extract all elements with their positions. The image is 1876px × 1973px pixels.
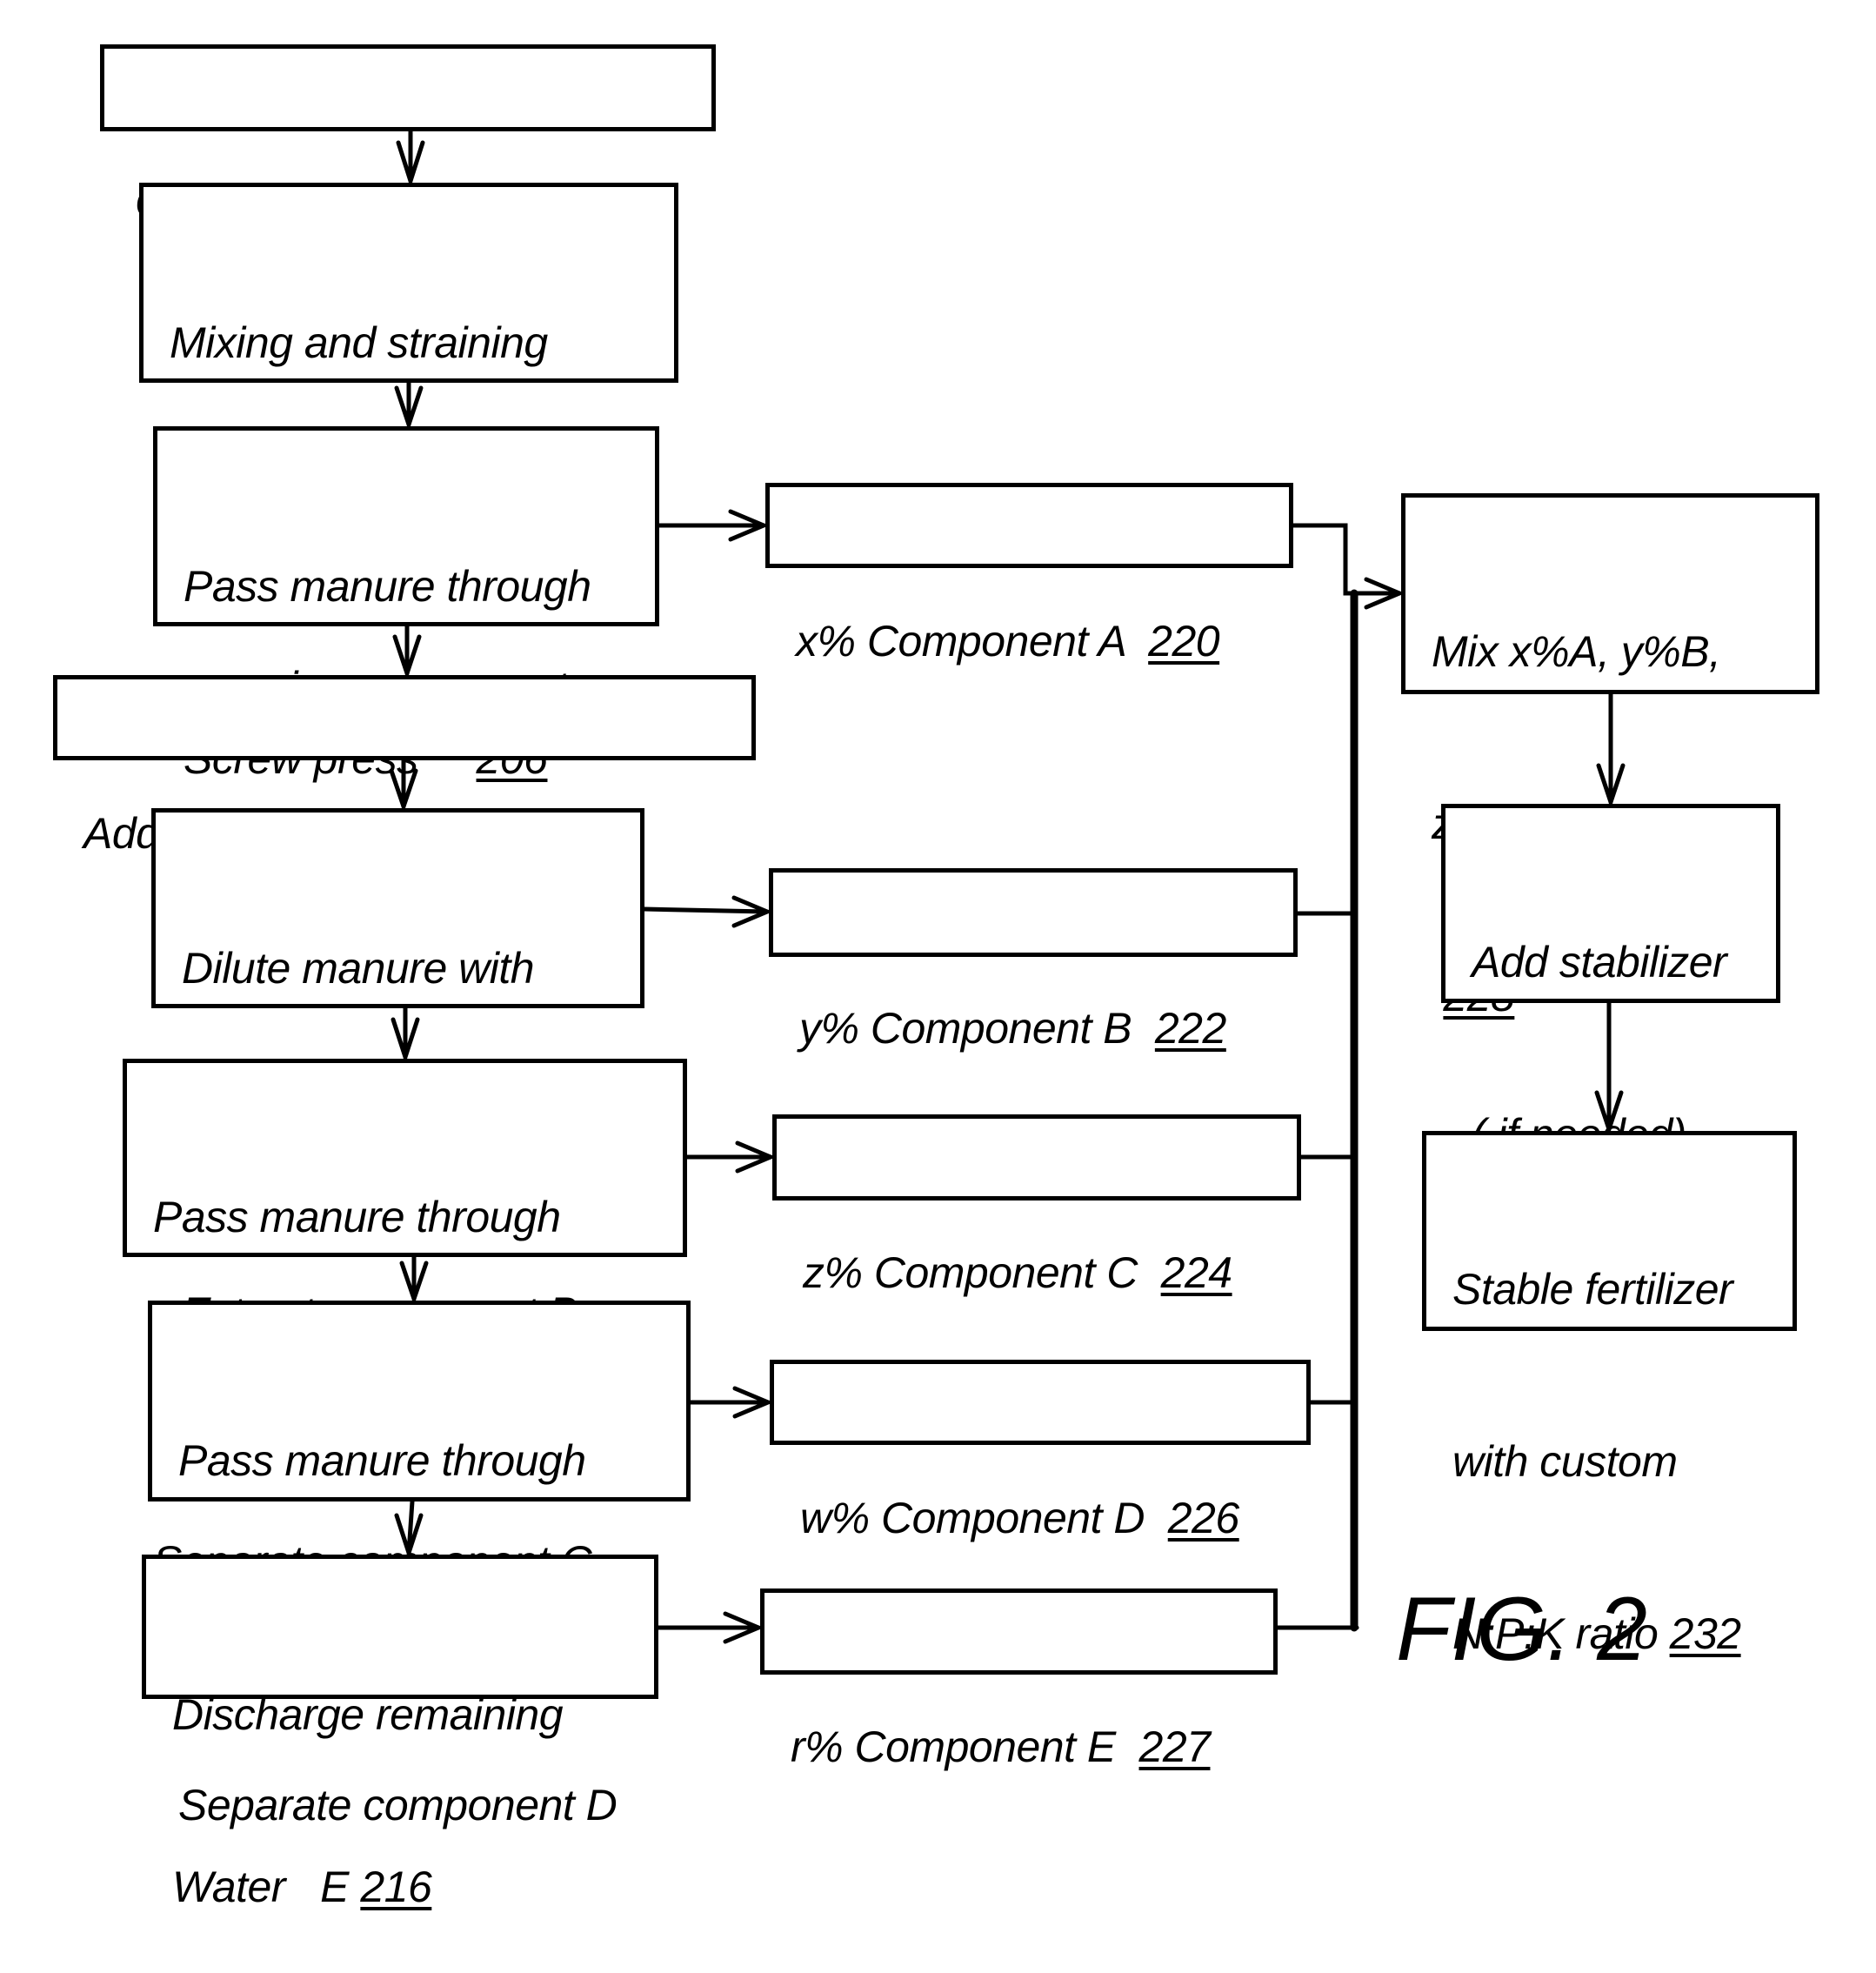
step-216-discharge-water: Discharge remaining Water E 216 <box>142 1555 658 1911</box>
step-text: Dilute manure with <box>182 944 535 993</box>
step-202-collect-raw-manure: Collect raw manure 202 <box>100 44 716 227</box>
step-208-add-flocculant: Add flocculant to manure 208 <box>53 675 756 858</box>
step-text: Pass manure through <box>153 1193 561 1241</box>
step-text: Mixing and straining <box>170 318 548 367</box>
step-232-stable-fertilizer: Stable fertilizer with custom N:P:K rati… <box>1422 1131 1797 1658</box>
step-text: Water E 216 <box>172 1863 432 1911</box>
component-c-224: z% Component C 224 <box>772 1114 1301 1297</box>
step-text: Pass manure through <box>178 1436 586 1485</box>
step-214-clarifier: Pass manure through Clarifier 214 Separa… <box>148 1301 691 1829</box>
ref-number: 226 <box>1167 1494 1239 1542</box>
arrow-212-to-224 <box>684 1140 777 1174</box>
ref-number: 216 <box>360 1863 432 1911</box>
step-212-electrocoagulation: Pass manure through Electrocoagulation 2… <box>123 1059 687 1586</box>
step-228-mix-components: Mix x%A, y%B, z%C, w%D, r% E 228 <box>1401 493 1819 1020</box>
arrow-214-to-226 <box>688 1386 774 1419</box>
arrow-206-to-220 <box>657 509 770 542</box>
step-text: with custom <box>1452 1437 1678 1486</box>
component-d-226: w% Component D 226 <box>770 1360 1311 1542</box>
step-text: Stable fertilizer <box>1452 1265 1733 1314</box>
step-text: Mix x%A, y%B, <box>1432 627 1721 676</box>
ref-number: 224 <box>1160 1248 1232 1297</box>
step-204-mixing-straining: Mixing and straining of manure for 204 r… <box>139 183 678 712</box>
step-text: Pass manure through <box>184 562 591 611</box>
component-e-227: r% Component E 227 <box>760 1588 1278 1771</box>
ref-number: 232 <box>1669 1609 1741 1658</box>
ref-number: 220 <box>1148 617 1220 665</box>
ref-number: 222 <box>1154 1004 1226 1053</box>
step-230-add-stabilizer: Add stabilizer ( if needed) 230 <box>1441 804 1780 1331</box>
step-text: z% Component C 224 <box>803 1248 1232 1297</box>
component-b-222: y% Component B 222 <box>769 868 1298 1053</box>
step-210-dilute-koh: Dilute manure with KOH+Water 210 Extract… <box>151 808 644 1337</box>
step-text: x% Component A 220 <box>796 617 1220 665</box>
step-text: Add stabilizer <box>1472 938 1727 986</box>
figure-label: FIG. 2 <box>1396 1579 1647 1680</box>
step-text: w% Component D 226 <box>800 1494 1239 1542</box>
component-a-220: x% Component A 220 <box>765 483 1293 665</box>
step-206-screw-press: Pass manure through Screw press 206 Extr… <box>153 426 659 955</box>
step-text: y% Component B 222 <box>799 1004 1226 1053</box>
step-text: Discharge remaining <box>172 1690 564 1739</box>
ref-number: 227 <box>1138 1722 1211 1771</box>
step-text: r% Component E 227 <box>791 1722 1211 1771</box>
